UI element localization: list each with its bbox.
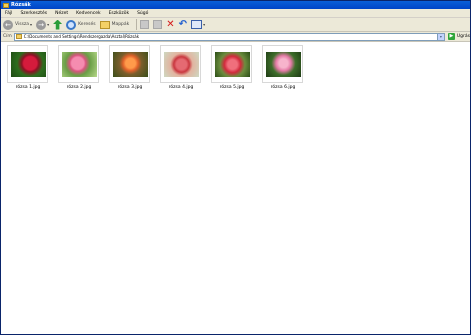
folders-label: Mappák (111, 22, 130, 27)
thumbnail-frame (160, 45, 201, 83)
back-arrow-icon: ← (3, 19, 13, 30)
address-input[interactable]: C:\Documents and Settings\Rendszergazda\… (13, 32, 445, 41)
back-button[interactable]: ← Vissza ▾ (3, 19, 32, 31)
forward-button[interactable]: → ▾ (36, 19, 49, 31)
delete-button[interactable]: ✕ (166, 19, 174, 31)
explorer-window: Rózsák Fájl Szerkesztés Nézet Kedvencek … (0, 0, 471, 335)
thumbnail-frame (262, 45, 303, 83)
file-name: rózsa 1.jpg (15, 85, 41, 90)
go-button[interactable]: ▶ Ugrás (447, 33, 470, 40)
address-bar: Cím C:\Documents and Settings\Rendszerga… (1, 32, 470, 42)
menu-tools[interactable]: Eszközök (109, 9, 129, 18)
menu-bar: Fájl Szerkesztés Nézet Kedvencek Eszközö… (1, 9, 470, 18)
file-name: rózsa 6.jpg (270, 85, 296, 90)
file-item[interactable]: rózsa 1.jpg (6, 45, 50, 95)
folders-button[interactable]: Mappák (99, 19, 130, 31)
copy-to-icon (153, 20, 163, 29)
thumbnail-frame (109, 45, 150, 83)
file-name: rózsa 5.jpg (219, 85, 245, 90)
toolbar: ← Vissza ▾ → ▾ Keresés Mappák ✕ ↶ ▾ (1, 18, 470, 32)
up-folder-icon (53, 19, 63, 30)
file-item[interactable]: rózsa 6.jpg (261, 45, 305, 95)
file-item[interactable]: rózsa 5.jpg (210, 45, 254, 95)
file-name: rózsa 4.jpg (168, 85, 194, 90)
copy-to-button[interactable] (153, 19, 163, 31)
go-label: Ugrás (456, 34, 470, 39)
delete-icon: ✕ (166, 18, 175, 30)
toolbar-separator (136, 19, 138, 30)
address-label: Cím (3, 34, 12, 39)
thumbnail-frame (7, 45, 48, 83)
menu-help[interactable]: Súgó (137, 9, 148, 18)
rose-thumbnail (215, 52, 250, 77)
file-name: rózsa 2.jpg (66, 85, 92, 90)
rose-thumbnail (113, 52, 148, 77)
file-list: rózsa 1.jpg rózsa 2.jpg rózsa 3.jpg rózs… (1, 42, 470, 334)
menu-file[interactable]: Fájl (5, 9, 12, 18)
menu-edit[interactable]: Szerkesztés (20, 9, 47, 18)
file-item[interactable]: rózsa 3.jpg (108, 45, 152, 95)
forward-arrow-icon: → (36, 19, 47, 30)
rose-thumbnail (11, 52, 46, 77)
rose-thumbnail (164, 52, 199, 77)
up-button[interactable] (53, 19, 63, 31)
file-name: rózsa 3.jpg (117, 85, 143, 90)
undo-icon: ↶ (178, 18, 188, 30)
search-button[interactable]: Keresés (66, 19, 96, 31)
views-icon (191, 20, 203, 29)
search-label: Keresés (78, 22, 96, 27)
folder-icon (3, 2, 9, 8)
chevron-down-icon[interactable]: ▾ (30, 22, 32, 27)
undo-button[interactable]: ↶ (179, 19, 187, 31)
rose-thumbnail (266, 52, 301, 77)
address-path: C:\Documents and Settings\Rendszergazda\… (23, 34, 140, 39)
go-arrow-icon: ▶ (447, 33, 455, 40)
move-to-icon (140, 20, 150, 29)
folders-icon (99, 20, 110, 29)
chevron-down-icon[interactable]: ▾ (203, 22, 205, 27)
chevron-down-icon[interactable]: ▾ (47, 22, 49, 27)
views-button[interactable]: ▾ (191, 19, 205, 31)
rose-thumbnail (62, 52, 97, 77)
back-label: Vissza (15, 22, 30, 27)
file-item[interactable]: rózsa 4.jpg (159, 45, 203, 95)
file-item[interactable]: rózsa 2.jpg (57, 45, 101, 95)
chevron-down-icon[interactable]: ▾ (436, 33, 444, 40)
thumbnail-frame (58, 45, 99, 83)
thumbnail-frame (211, 45, 252, 83)
folder-icon (15, 34, 22, 39)
menu-view[interactable]: Nézet (55, 9, 68, 18)
title-bar[interactable]: Rózsák (1, 1, 470, 9)
menu-favorites[interactable]: Kedvencek (76, 9, 100, 18)
search-icon (66, 19, 77, 30)
move-to-button[interactable] (140, 19, 150, 31)
